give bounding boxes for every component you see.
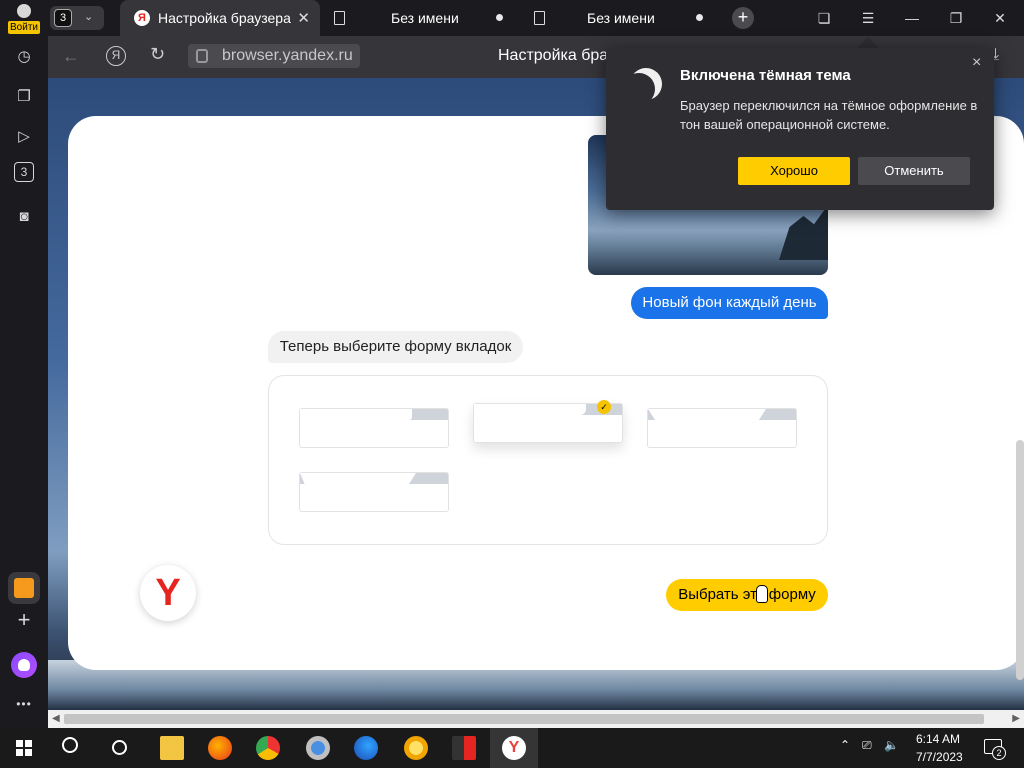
url-field[interactable]: browser.yandex.ru [188,44,360,68]
scroll-left-icon[interactable]: ◀ [52,713,60,724]
scrollbar-thumb[interactable] [64,714,984,724]
alice-icon[interactable] [11,652,37,678]
lock-icon [196,49,208,63]
tab-untitled-1[interactable]: Без имени [330,0,510,36]
choose-shape-button[interactable]: Выбрать эту форму [666,579,828,611]
tab-title: Без имени [391,10,459,26]
tab-bar: 3 ⌄ Я Настройка браузера ✕ Без имени Без… [48,0,1024,36]
history-icon[interactable]: ◷ [10,42,38,70]
show-hidden-icons-icon[interactable]: ⌃ [840,738,850,752]
cancel-button[interactable]: Отменить [858,157,970,185]
chrome-icon[interactable] [256,736,280,760]
horizontal-scrollbar[interactable]: ◀ ▶ [48,710,1024,728]
choose-tabs-prompt: Теперь выберите форму вкладок [268,331,523,363]
file-explorer-icon[interactable] [160,736,184,760]
login-label: Войти [8,21,40,34]
firefox-icon[interactable] [208,736,232,760]
chrome-canary-icon[interactable] [404,736,428,760]
cliff-shape [779,205,828,260]
text-app-icon[interactable] [452,736,476,760]
user-icon [17,4,31,18]
tab-count: 3 [54,9,72,27]
yandex-home-icon[interactable]: Я [106,46,126,66]
popup-text: Браузер переключился на тёмное оформлени… [680,98,978,132]
tab-count-button[interactable]: 3 ⌄ [50,6,104,30]
new-tab-button[interactable]: + [732,7,754,29]
unsaved-dot-icon [496,14,503,21]
ok-button[interactable]: Хорошо [738,157,850,185]
sidebar: Войти ◷ ❐ ▷ 3 ◙ + ••• [0,0,48,728]
dark-theme-popup: Включена тёмная тема Браузер переключилс… [606,48,994,210]
more-icon[interactable]: ••• [10,690,38,718]
document-icon [334,11,345,25]
hand-cursor-icon [756,585,768,603]
close-tab-icon[interactable]: ✕ [297,9,310,27]
unsaved-dot-icon [696,14,703,21]
page-title: Настройка браз [498,47,616,64]
shape-tab [474,404,586,415]
restore-icon[interactable]: ❐ [944,6,968,30]
tab-untitled-2[interactable]: Без имени [532,0,712,36]
tab-active[interactable]: Я Настройка браузера ✕ [120,0,320,36]
yandex-logo-icon: Y [140,565,196,621]
login-button[interactable]: Войти [8,4,40,34]
notifications-count: 2 [992,746,1006,760]
tab-shape-option-4[interactable] [299,472,449,512]
search-icon[interactable] [62,737,78,753]
shape-tab [648,409,766,420]
yandex-favicon-icon: Я [134,10,150,26]
windows-start-icon[interactable] [16,740,32,756]
screenshot-icon[interactable]: ◙ [10,202,38,230]
mail-icon[interactable] [8,572,40,604]
tab-shape-options [268,375,828,545]
collections-icon[interactable]: ❏ [812,6,836,30]
tab-title: Настройка браузера [158,10,291,26]
task-view-icon[interactable] [112,740,127,755]
tab-shape-option-3[interactable] [647,408,797,448]
minimize-icon[interactable]: — [900,6,924,30]
chromium-icon[interactable] [306,736,330,760]
clock-time[interactable]: 6:14 AM [916,732,960,746]
close-window-icon[interactable]: ✕ [988,6,1012,30]
clock-date[interactable]: 7/7/2023 [916,750,963,764]
menu-icon[interactable]: ☰ [856,6,880,30]
shape-tab [300,473,416,484]
back-icon[interactable]: ← [62,46,80,67]
url-text: browser.yandex.ru [222,47,353,64]
scroll-right-icon[interactable]: ▶ [1012,713,1020,724]
video-icon[interactable]: ▷ [10,122,38,150]
tab-count-icon[interactable]: 3 [14,162,34,182]
network-icon[interactable]: ⎚ [862,738,872,753]
vertical-scrollbar[interactable] [1016,440,1024,680]
chevron-down-icon: ⌄ [84,11,94,23]
taskbar: Y ⌃ ⎚ 🔈 6:14 AM 7/7/2023 2 [0,728,1024,768]
document-icon [534,11,545,25]
firefox-dev-icon[interactable] [354,736,378,760]
moon-icon [630,68,662,100]
tab-shape-option-1[interactable] [299,408,449,448]
new-background-bubble: Новый фон каждый день [631,287,828,319]
shape-tab [300,409,412,420]
volume-muted-icon[interactable]: 🔈 [884,738,899,752]
close-popup-icon[interactable]: × [972,54,981,72]
selected-check-icon: ✓ [597,400,611,414]
popup-title: Включена тёмная тема [680,67,851,84]
add-sidebar-icon[interactable]: + [10,606,38,634]
collections-icon[interactable]: ❐ [10,82,38,110]
tab-title: Без имени [587,10,655,26]
active-app-highlight [490,728,538,768]
reload-icon[interactable]: ↻ [150,44,165,65]
